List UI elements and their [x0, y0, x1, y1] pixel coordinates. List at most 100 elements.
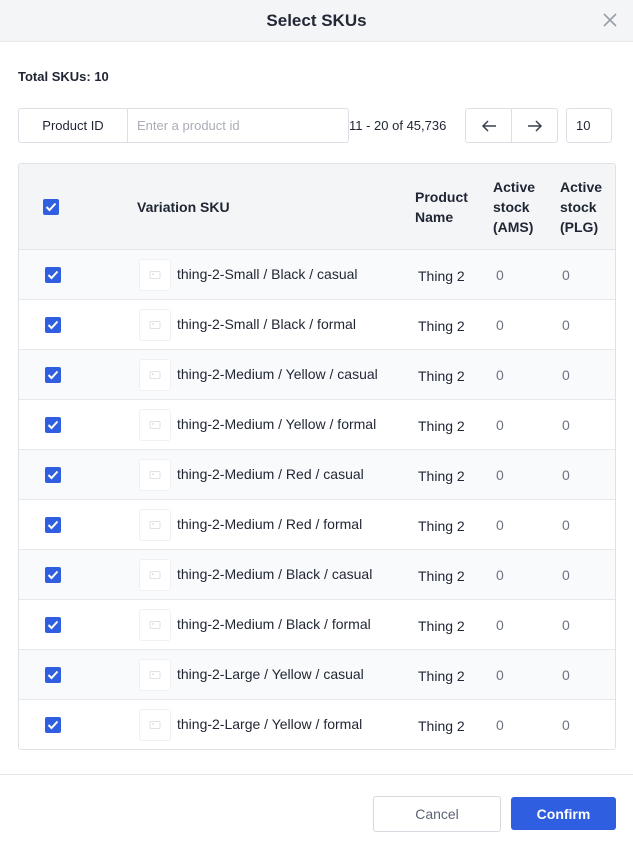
image-placeholder-icon [149, 521, 161, 529]
row-checkbox[interactable] [45, 617, 61, 633]
close-button[interactable] [599, 9, 621, 31]
total-skus-label: Total SKUs: 10 [18, 69, 109, 84]
arrow-right-icon [527, 119, 542, 132]
table-row: thing-2-Medium / Red / casual Thing 2 0 0 [19, 450, 615, 500]
prev-page-button[interactable] [466, 109, 511, 142]
active-stock-plg-cell: 0 [562, 517, 570, 533]
active-stock-ams-cell: 0 [496, 417, 504, 433]
pagination-range: 11 - 20 of 45,736 [349, 118, 447, 133]
arrow-left-icon [481, 119, 496, 132]
sku-table: Variation SKU Product Name Active stock … [18, 163, 616, 750]
checkbox-checked-icon [47, 620, 59, 630]
row-checkbox[interactable] [45, 517, 61, 533]
table-row: thing-2-Medium / Black / formal Thing 2 0 0 [19, 600, 615, 650]
variation-sku-cell: thing-2-Large / Yellow / casual [177, 666, 364, 682]
variation-sku-cell: thing-2-Small / Black / formal [177, 316, 356, 332]
active-stock-plg-cell: 0 [562, 317, 570, 333]
image-placeholder-icon [149, 621, 161, 629]
product-name-cell: Thing 2 [418, 668, 465, 684]
active-stock-ams-cell: 0 [496, 617, 504, 633]
active-stock-plg-cell: 0 [562, 717, 570, 733]
variation-sku-cell: thing-2-Medium / Black / formal [177, 616, 371, 632]
variation-sku-cell: thing-2-Medium / Red / casual [177, 466, 364, 482]
product-name-cell: Thing 2 [418, 468, 465, 484]
checkbox-checked-icon [47, 420, 59, 430]
checkbox-checked-icon [47, 320, 59, 330]
checkbox-checked-icon [47, 520, 59, 530]
variation-sku-cell: thing-2-Medium / Yellow / formal [177, 416, 377, 432]
active-stock-ams-cell: 0 [496, 467, 504, 483]
image-placeholder-icon [149, 371, 161, 379]
table-row: thing-2-Medium / Yellow / casual Thing 2 0… [19, 350, 615, 400]
column-header-product-name: Product Name [415, 189, 468, 225]
variation-sku-cell: thing-2-Medium / Red / formal [177, 516, 363, 532]
sku-thumbnail [139, 459, 171, 491]
checkbox-checked-icon [47, 370, 59, 380]
image-placeholder-icon [149, 321, 161, 329]
sku-thumbnail [139, 609, 171, 641]
checkbox-checked-icon [45, 202, 57, 212]
confirm-button[interactable]: Confirm [511, 797, 616, 830]
variation-sku-cell: thing-2-Large / Yellow / formal [177, 716, 363, 732]
table-row: thing-2-Small / Black / casual Thing 2 0 0 [19, 250, 615, 300]
active-stock-ams-cell: 0 [496, 667, 504, 683]
checkbox-checked-icon [47, 270, 59, 280]
active-stock-ams-cell: 0 [496, 267, 504, 283]
next-page-button[interactable] [511, 109, 557, 142]
row-checkbox[interactable] [45, 567, 61, 583]
row-checkbox[interactable] [45, 267, 61, 283]
modal-title: Select SKUs [266, 10, 367, 30]
select-all-checkbox[interactable] [43, 199, 59, 215]
row-checkbox[interactable] [45, 417, 61, 433]
table-row: thing-2-Medium / Black / casual Thing 2 0 0 [19, 550, 615, 600]
sku-thumbnail [139, 309, 171, 341]
active-stock-plg-cell: 0 [562, 617, 570, 633]
table-row: thing-2-Large / Yellow / casual Thing 2 0 0 [19, 650, 615, 700]
column-header-active-stock-ams: Active stock (AMS) [493, 179, 536, 235]
variation-sku-cell: thing-2-Medium / Yellow / casual [177, 366, 378, 382]
select-skus-modal: Select SKUs Total SKUs: 10 Product ID 11… [0, 0, 633, 841]
product-id-input[interactable] [128, 108, 349, 143]
pager [465, 108, 558, 143]
active-stock-ams-cell: 0 [496, 367, 504, 383]
row-checkbox[interactable] [45, 317, 61, 333]
image-placeholder-icon [149, 471, 161, 479]
table-header: Variation SKU Product Name Active stock … [19, 164, 615, 250]
sku-thumbnail [139, 509, 171, 541]
sku-thumbnail [139, 559, 171, 591]
checkbox-checked-icon [47, 670, 59, 680]
filter-field-select[interactable]: Product ID [18, 108, 128, 143]
table-row: thing-2-Large / Yellow / formal Thing 2 0 0 [19, 700, 615, 749]
image-placeholder-icon [149, 421, 161, 429]
modal-header: Select SKUs [0, 0, 633, 42]
image-placeholder-icon [149, 271, 161, 279]
active-stock-ams-cell: 0 [496, 717, 504, 733]
image-placeholder-icon [149, 571, 161, 579]
row-checkbox[interactable] [45, 467, 61, 483]
row-checkbox[interactable] [45, 367, 61, 383]
product-name-cell: Thing 2 [418, 318, 465, 334]
sku-thumbnail [139, 259, 171, 291]
sku-thumbnail [139, 409, 171, 441]
active-stock-plg-cell: 0 [562, 567, 570, 583]
row-checkbox[interactable] [45, 667, 61, 683]
active-stock-plg-cell: 0 [562, 267, 570, 283]
cancel-button[interactable]: Cancel [373, 796, 501, 832]
active-stock-ams-cell: 0 [496, 317, 504, 333]
close-icon [603, 13, 617, 27]
row-checkbox[interactable] [45, 717, 61, 733]
column-header-active-stock-plg: Active stock (PLG) [560, 179, 603, 235]
variation-sku-cell: thing-2-Small / Black / casual [177, 266, 358, 282]
table-row: thing-2-Medium / Yellow / formal Thing 2 0… [19, 400, 615, 450]
variation-sku-cell: thing-2-Medium / Black / casual [177, 566, 373, 582]
table-row: thing-2-Medium / Red / formal Thing 2 0 0 [19, 500, 615, 550]
page-size-input[interactable] [566, 108, 612, 143]
product-name-cell: Thing 2 [418, 418, 465, 434]
column-header-sku: Variation SKU [137, 199, 230, 215]
checkbox-checked-icon [47, 570, 59, 580]
active-stock-ams-cell: 0 [496, 567, 504, 583]
image-placeholder-icon [149, 721, 161, 729]
product-name-cell: Thing 2 [418, 518, 465, 534]
active-stock-plg-cell: 0 [562, 367, 570, 383]
product-name-cell: Thing 2 [418, 268, 465, 284]
